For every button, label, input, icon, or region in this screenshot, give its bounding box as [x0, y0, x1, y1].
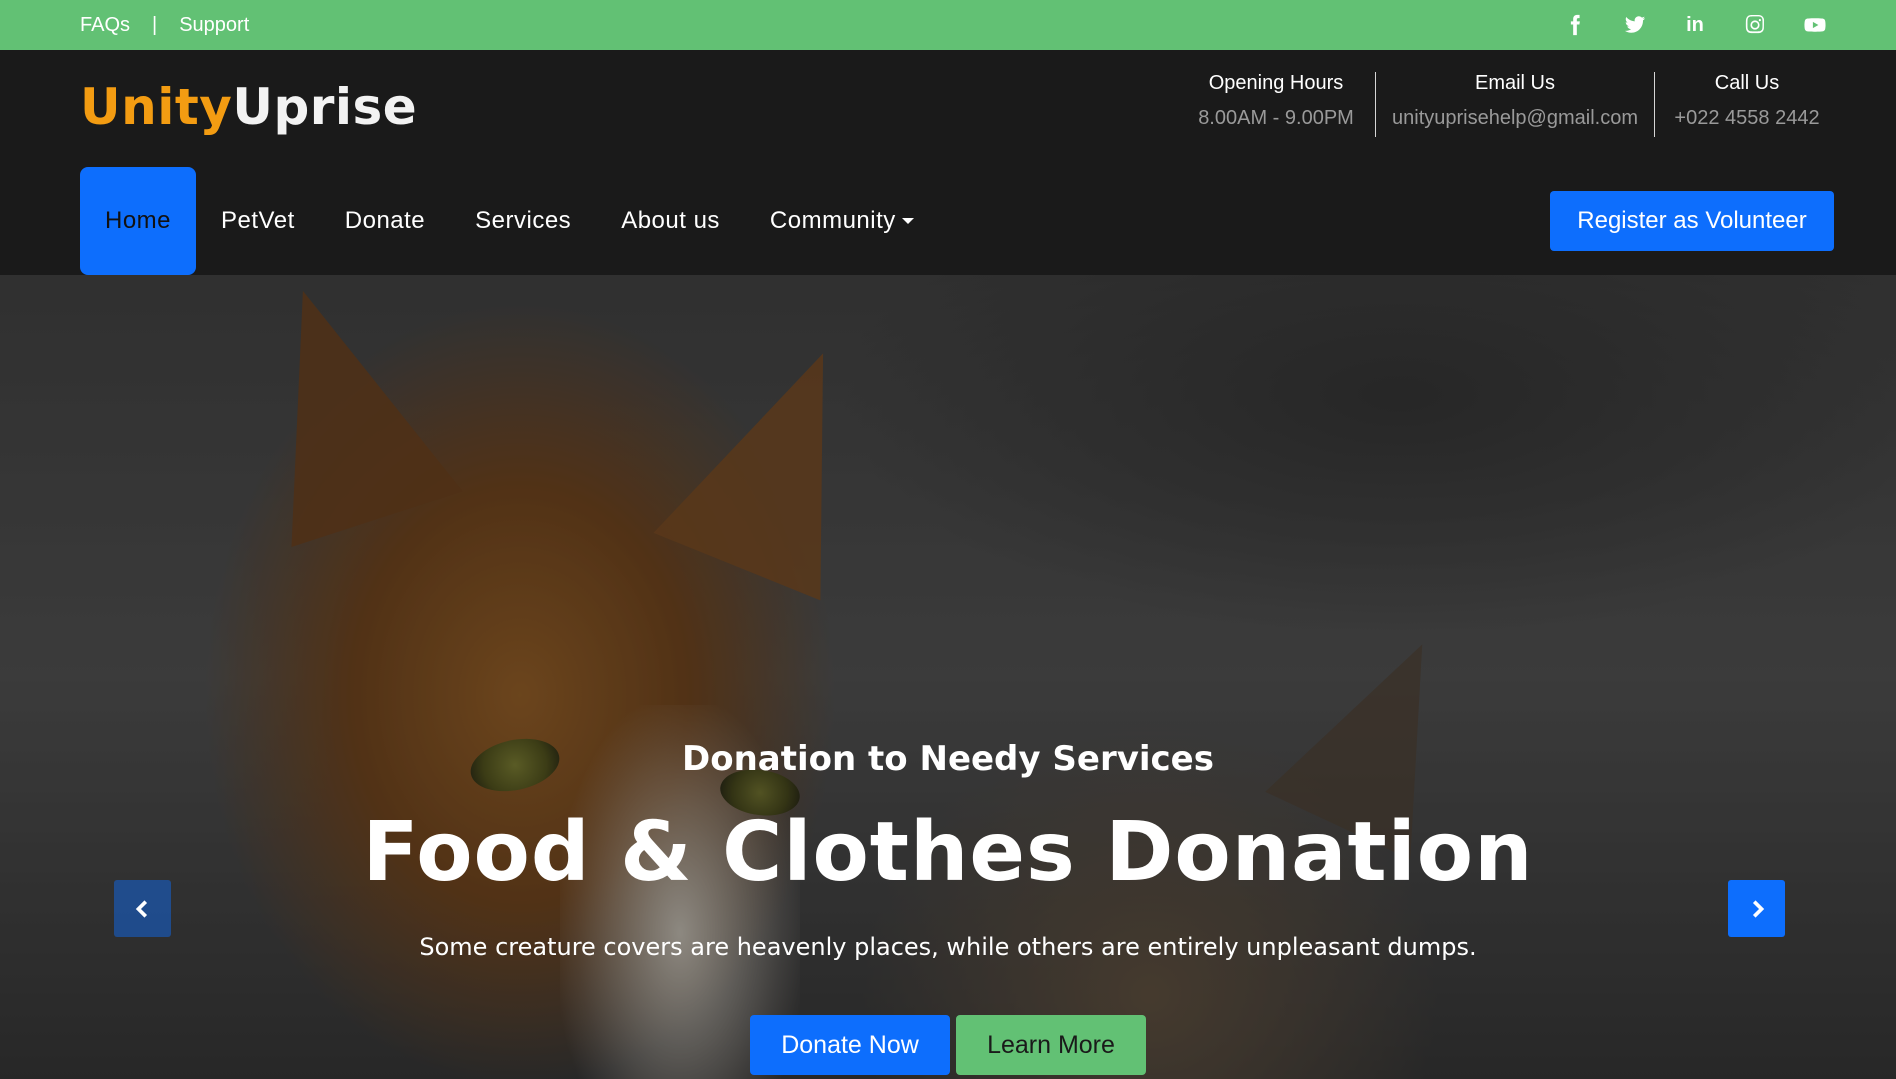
- email-us: Email Us unityuprisehelp@gmail.com: [1392, 72, 1638, 130]
- contact-divider: [1375, 72, 1376, 137]
- nav-community-dropdown[interactable]: Community: [745, 167, 939, 275]
- donate-now-button[interactable]: Donate Now: [750, 1015, 950, 1075]
- chevron-right-icon: [1752, 899, 1764, 918]
- faqs-link[interactable]: FAQs: [80, 14, 130, 37]
- hero-carousel: Donation to Needy Services Food & Clothe…: [0, 275, 1896, 1079]
- call-us: Call Us +022 4558 2442: [1672, 72, 1822, 130]
- contact-divider: [1654, 72, 1655, 137]
- twitter-icon[interactable]: [1624, 14, 1646, 36]
- nav-community-label: Community: [769, 207, 896, 234]
- top-links: FAQs | Support: [80, 0, 249, 50]
- opening-hours-value: 8.00AM - 9.00PM: [1198, 107, 1354, 129]
- top-bar: FAQs | Support in: [0, 0, 1896, 50]
- brand-logo-part2: Uprise: [232, 78, 418, 136]
- call-us-value[interactable]: +022 4558 2442: [1674, 107, 1819, 130]
- youtube-icon[interactable]: [1804, 14, 1826, 36]
- email-us-label: Email Us: [1474, 72, 1555, 94]
- register-volunteer-button[interactable]: Register as Volunteer: [1550, 191, 1834, 251]
- nav-donate[interactable]: Donate: [320, 167, 450, 275]
- carousel-prev-button[interactable]: [114, 880, 171, 937]
- email-us-value[interactable]: unityuprisehelp@gmail.com: [1392, 107, 1638, 130]
- support-link[interactable]: Support: [179, 14, 249, 37]
- facebook-icon[interactable]: [1564, 14, 1586, 36]
- nav-petvet[interactable]: PetVet: [196, 167, 320, 275]
- chevron-left-icon: [135, 899, 147, 918]
- carousel-next-button[interactable]: [1728, 880, 1785, 937]
- brand-logo[interactable]: UnityUprise: [80, 78, 417, 136]
- nav-home[interactable]: Home: [80, 167, 197, 275]
- call-us-label: Call Us: [1714, 72, 1780, 94]
- opening-hours: Opening Hours 8.00AM - 9.00PM: [1196, 72, 1356, 130]
- social-links: in: [1564, 0, 1826, 50]
- main-nav: Home PetVet Donate Services About us Com…: [80, 167, 939, 275]
- learn-more-button[interactable]: Learn More: [956, 1015, 1146, 1075]
- hero-buttons: Donate Now Learn More: [0, 1015, 1896, 1075]
- opening-hours-label: Opening Hours: [1208, 72, 1344, 94]
- site-header: UnityUprise Opening Hours 8.00AM - 9.00P…: [0, 50, 1896, 275]
- instagram-icon[interactable]: [1744, 14, 1766, 36]
- nav-services[interactable]: Services: [450, 167, 596, 275]
- chevron-down-icon: [901, 218, 914, 224]
- brand-logo-part1: Unity: [80, 78, 233, 136]
- linkedin-icon[interactable]: in: [1684, 14, 1706, 37]
- hero-subtitle: Donation to Needy Services: [682, 739, 1214, 779]
- hero-title: Food & Clothes Donation: [362, 805, 1534, 900]
- hero-content: Donation to Needy Services Food & Clothe…: [0, 275, 1896, 1079]
- top-links-separator: |: [152, 13, 158, 36]
- nav-about-us[interactable]: About us: [596, 167, 745, 275]
- hero-description: Some creature covers are heavenly places…: [419, 933, 1477, 961]
